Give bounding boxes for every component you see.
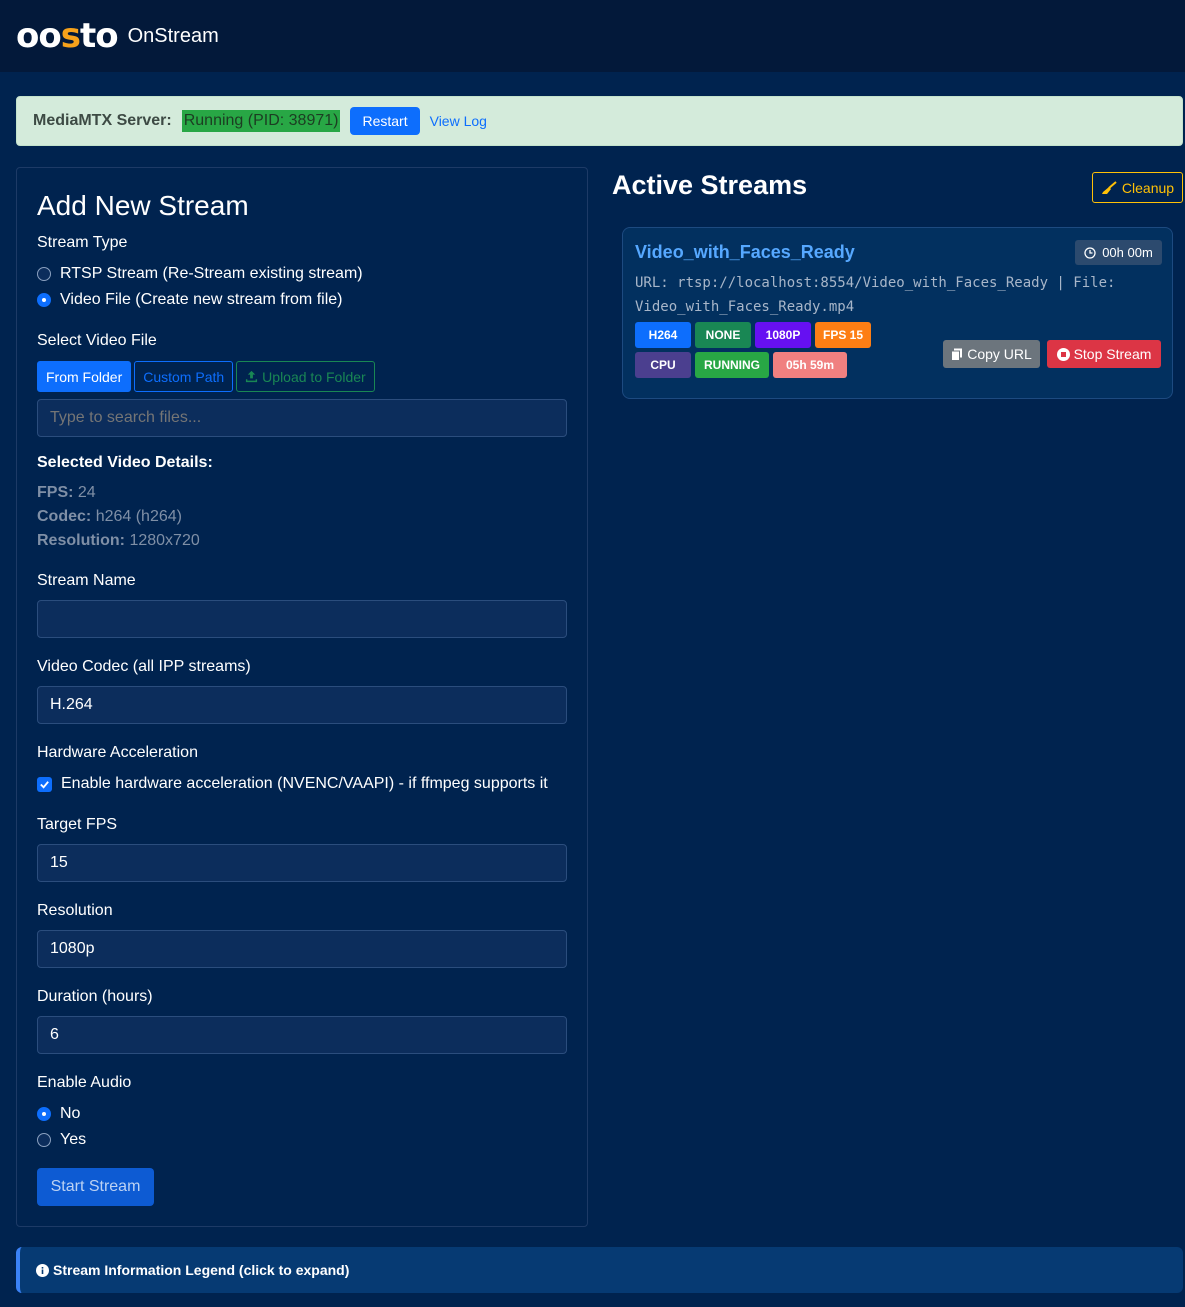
add-stream-card: Add New Stream Stream Type RTSP Stream (… — [16, 167, 588, 1227]
app-name: OnStream — [127, 24, 219, 47]
encoder-badge: CPU — [635, 352, 691, 378]
stream-url-line-1: URL: rtsp://localhost:8554/Video_with_Fa… — [635, 275, 1116, 291]
resolution-badge: 1080P — [755, 322, 811, 348]
fps-badge: FPS 15 — [815, 322, 871, 348]
radio-rtsp-label: RTSP Stream (Re-Stream existing stream) — [60, 265, 363, 282]
video-codec-label: Video Codec (all IPP streams) — [37, 658, 251, 675]
detail-fps: FPS: 24 — [37, 484, 96, 501]
detail-codec: Codec: h264 (h264) — [37, 508, 182, 525]
detail-resolution: Resolution: 1280x720 — [37, 532, 200, 549]
server-label: MediaMTX Server: — [33, 112, 172, 129]
target-fps-label: Target FPS — [37, 816, 118, 833]
stream-name-input[interactable] — [37, 600, 567, 638]
copy-icon — [951, 348, 963, 361]
copy-url-button[interactable]: Copy URL — [943, 340, 1040, 368]
stream-name[interactable]: Video_with_Faces_Ready — [635, 242, 855, 263]
hwaccel-badge: NONE — [695, 322, 751, 348]
check-icon — [40, 780, 49, 789]
radio-audio-yes-control[interactable] — [37, 1133, 51, 1147]
hw-accel-checkbox-row[interactable]: Enable hardware acceleration (NVENC/VAAP… — [37, 775, 548, 793]
radio-video-file-control[interactable] — [37, 293, 51, 307]
remaining-time-badge: 05h 59m — [773, 352, 847, 378]
stop-stream-button[interactable]: Stop Stream — [1047, 340, 1161, 368]
tab-from-folder[interactable]: From Folder — [37, 361, 132, 392]
duration-label: Duration (hours) — [37, 988, 153, 1005]
stream-legend-toggle[interactable]: Stream Information Legend (click to expa… — [16, 1247, 1183, 1293]
radio-audio-no-label: No — [60, 1105, 81, 1122]
status-badge: RUNNING — [695, 352, 769, 378]
uptime-badge: 00h 00m — [1075, 240, 1162, 265]
restart-button[interactable]: Restart — [350, 107, 420, 135]
video-details-title: Selected Video Details: — [37, 454, 213, 471]
resolution-select[interactable]: 1080p — [37, 930, 567, 968]
upload-tab-label: Upload to Folder — [262, 368, 366, 385]
radio-video-file[interactable]: Video File (Create new stream from file) — [37, 291, 342, 309]
radio-audio-no-control[interactable] — [37, 1107, 51, 1121]
stream-type-label: Stream Type — [37, 234, 128, 251]
view-log-link[interactable]: View Log — [430, 113, 487, 129]
hw-accel-label: Hardware Acceleration — [37, 744, 198, 761]
radio-rtsp-control[interactable] — [37, 267, 51, 281]
upload-icon — [246, 370, 258, 383]
select-file-label: Select Video File — [37, 332, 157, 349]
start-stream-button[interactable]: Start Stream — [37, 1168, 154, 1206]
stream-url-line-2: Video_with_Faces_Ready.mp4 — [635, 299, 855, 315]
stream-name-label: Stream Name — [37, 572, 136, 589]
enable-audio-label: Enable Audio — [37, 1074, 132, 1091]
video-codec-select[interactable]: H.264 — [37, 686, 567, 724]
hw-accel-checkbox-label: Enable hardware acceleration (NVENC/VAAP… — [61, 775, 548, 792]
radio-audio-yes[interactable]: Yes — [37, 1131, 86, 1149]
clock-icon — [1084, 246, 1096, 259]
duration-input[interactable]: 6 — [37, 1016, 567, 1054]
copy-url-label: Copy URL — [967, 346, 1032, 362]
info-icon — [36, 1263, 49, 1277]
radio-video-file-label: Video File (Create new stream from file) — [60, 291, 343, 308]
cleanup-label: Cleanup — [1121, 179, 1175, 196]
radio-rtsp-stream[interactable]: RTSP Stream (Re-Stream existing stream) — [37, 265, 363, 283]
active-streams-title: Active Streams — [612, 170, 808, 200]
add-stream-title: Add New Stream — [37, 190, 249, 221]
server-status-bar: MediaMTX Server: Running (PID: 38971) Re… — [16, 96, 1183, 146]
stream-card: Video_with_Faces_Ready 00h 00m URL: rtsp… — [622, 227, 1173, 399]
logo-wordmark: oosto — [16, 16, 119, 56]
file-source-tabs: From Folder Custom Path Upload to Folder — [37, 361, 378, 392]
hw-accel-checkbox[interactable] — [37, 776, 52, 792]
stop-circle-icon — [1056, 347, 1070, 361]
tab-custom-path[interactable]: Custom Path — [134, 361, 234, 392]
tab-upload-to-folder[interactable]: Upload to Folder — [236, 361, 375, 392]
logo: oosto OnStream — [16, 16, 219, 56]
legend-label: Stream Information Legend (click to expa… — [53, 1262, 350, 1278]
uptime-value: 00h 00m — [1102, 245, 1153, 260]
radio-audio-no[interactable]: No — [37, 1105, 80, 1123]
cleanup-button[interactable]: Cleanup — [1092, 172, 1183, 203]
navbar: oosto OnStream — [0, 0, 1185, 72]
stop-stream-label: Stop Stream — [1073, 346, 1152, 362]
target-fps-input[interactable]: 15 — [37, 844, 567, 882]
server-status-badge: Running (PID: 38971) — [181, 110, 341, 132]
broom-icon — [1101, 180, 1117, 194]
file-search-input[interactable] — [37, 399, 567, 437]
radio-audio-yes-label: Yes — [60, 1131, 87, 1148]
codec-badge: H264 — [635, 322, 691, 348]
resolution-label: Resolution — [37, 902, 113, 919]
